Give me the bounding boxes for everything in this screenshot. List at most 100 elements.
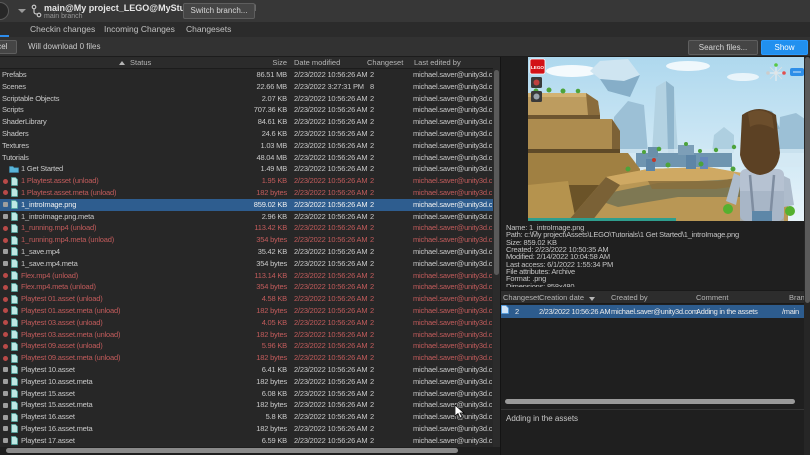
file-name: Flex.mp4 (unload) [21, 270, 78, 282]
file-row[interactable]: Playtest 10.asset6.41 KB2/23/2022 10:56:… [0, 364, 493, 376]
file-row[interactable]: Textures1.03 MB2/23/2022 10:56:26 AM2mic… [0, 140, 493, 152]
file-changeset: 8 [370, 81, 374, 93]
tab-checkin-changes[interactable]: Checkin changes [30, 22, 95, 37]
file-row[interactable]: Playtest 03.asset.meta (unload)182 bytes… [0, 329, 493, 341]
file-name: Playtest 01.asset (unload) [21, 293, 103, 305]
file-row[interactable]: Prefabs86.51 MB2/23/2022 10:56:26 AM2mic… [0, 69, 493, 81]
file-last-edited-by: michael.saver@unity3d.cor [413, 175, 492, 187]
file-rows: Prefabs86.51 MB2/23/2022 10:56:26 AM2mic… [0, 69, 493, 447]
sort-descending-icon [589, 297, 595, 301]
detail-line: File attributes: Archive [506, 268, 806, 275]
status-controlled-icon [3, 403, 8, 408]
file-row[interactable]: Playtest 15.asset.meta182 bytes2/23/2022… [0, 399, 493, 411]
column-header-date-modified[interactable]: Date modified [294, 58, 340, 67]
column-header-changeset[interactable]: Changeset [367, 58, 403, 67]
file-details: Name: 1_introImage.png Path: c:\My proje… [506, 224, 806, 287]
file-row[interactable]: Flex.mp4 (unload)113.14 KB2/23/2022 10:5… [0, 270, 493, 282]
file-row[interactable]: Shaders24.6 KB2/23/2022 10:56:26 AM2mich… [0, 128, 493, 140]
file-row[interactable]: Playtest 09.asset (unload)5.96 KB2/23/20… [0, 340, 493, 352]
column-header-status[interactable]: Status [130, 58, 151, 67]
file-size: 48.04 MB [233, 152, 287, 164]
column-header-last-edited-by[interactable]: Last edited by [414, 58, 461, 67]
switch-branch-button[interactable]: Switch branch... [183, 3, 255, 19]
file-row[interactable]: Scriptable Objects2.07 KB2/23/2022 10:56… [0, 93, 493, 105]
file-last-edited-by: michael.saver@unity3d.cor [413, 211, 492, 223]
file-date-modified: 2/23/2022 10:56:26 AM [294, 234, 367, 246]
title-bar: main@My project_LEGO@MyStudioName@cloud … [0, 0, 810, 22]
details-panel-vertical-scrollbar[interactable] [804, 57, 810, 455]
chevron-down-icon[interactable] [18, 9, 26, 13]
file-row[interactable]: Playtest 01.asset.meta (unload)182 bytes… [0, 305, 493, 317]
file-row[interactable]: Playtest 03.asset (unload)4.05 KB2/23/20… [0, 317, 493, 329]
file-row[interactable]: Scenes22.66 MB2/23/2022 3:27:31 PM8micha… [0, 81, 493, 93]
file-row[interactable]: Playtest 16.asset.meta182 bytes2/23/2022… [0, 423, 493, 435]
changeset-row[interactable]: 2 2/23/2022 10:56:26 AM michael.saver@un… [501, 305, 804, 318]
file-list-vertical-scrollbar[interactable] [493, 57, 500, 447]
file-row[interactable]: 1 Get Started1.49 MB2/23/2022 10:56:26 A… [0, 163, 493, 175]
file-changeset: 2 [370, 104, 374, 116]
file-last-edited-by: michael.saver@unity3d.cor [413, 104, 492, 116]
show-details-button[interactable]: Show details [761, 40, 808, 55]
column-header-created-by[interactable]: Created by [611, 293, 648, 302]
file-row[interactable]: Playtest 09.asset.meta (unload)182 bytes… [0, 352, 493, 364]
file-changeset: 2 [370, 388, 374, 400]
file-size: 5.8 KB [233, 411, 287, 423]
file-date-modified: 2/23/2022 10:56:26 AM [294, 187, 367, 199]
file-list-horizontal-scrollbar[interactable] [0, 447, 500, 455]
tab-incoming-changes[interactable]: Incoming Changes [104, 22, 175, 37]
file-row[interactable]: Playtest 10.asset.meta182 bytes2/23/2022… [0, 376, 493, 388]
download-status-text: Will download 0 files [28, 42, 100, 51]
file-last-edited-by: michael.saver@unity3d.cor [413, 270, 492, 282]
file-size: 182 bytes [233, 399, 287, 411]
file-icon [11, 436, 18, 447]
file-row[interactable]: Playtest 15.asset6.08 KB2/23/2022 10:56:… [0, 388, 493, 400]
file-row[interactable]: 1 Playtest.asset (unload)1.95 KB2/23/202… [0, 175, 493, 187]
status-controlled-icon [3, 261, 8, 266]
tab-changesets[interactable]: Changesets [186, 22, 231, 37]
file-date-modified: 2/23/2022 10:56:26 AM [294, 305, 367, 317]
file-row[interactable]: Playtest 16.asset5.8 KB2/23/2022 10:56:2… [0, 411, 493, 423]
status-controlled-icon [3, 415, 8, 420]
file-changeset: 2 [370, 340, 374, 352]
file-row[interactable]: Tutorials48.04 MB2/23/2022 10:56:26 AM2m… [0, 152, 493, 164]
file-row[interactable]: 1_save.mp435.42 KB2/23/2022 10:56:26 AM2… [0, 246, 493, 258]
file-row[interactable]: ShaderLibrary84.61 KB2/23/2022 10:56:26 … [0, 116, 493, 128]
status-unload-icon [3, 273, 8, 278]
file-last-edited-by: michael.saver@unity3d.cor [413, 329, 492, 341]
file-row[interactable]: 1 Playtest.asset.meta (unload)182 bytes2… [0, 187, 493, 199]
scrollbar-thumb[interactable] [805, 57, 810, 303]
file-row[interactable]: 1_introImage.png859.02 KB2/23/2022 10:56… [0, 199, 493, 211]
changesets-horizontal-scrollbar[interactable] [503, 398, 801, 405]
file-changeset: 2 [370, 270, 374, 282]
column-header-size[interactable]: Size [240, 58, 287, 67]
file-size: 1.03 MB [233, 140, 287, 152]
scrollbar-thumb[interactable] [505, 399, 795, 404]
file-size: 113.14 KB [233, 270, 287, 282]
file-row[interactable]: 1_introImage.png.meta2.96 KB2/23/2022 10… [0, 211, 493, 223]
scrollbar-thumb[interactable] [494, 70, 499, 275]
file-size: 24.6 KB [233, 128, 287, 140]
file-row[interactable]: Flex.mp4.meta (unload)354 bytes2/23/2022… [0, 281, 493, 293]
workspace-avatar[interactable] [0, 2, 9, 20]
column-header-comment[interactable]: Comment [696, 293, 729, 302]
file-name: Playtest 15.asset [21, 388, 75, 400]
file-row[interactable]: 1_save.mp4.meta354 bytes2/23/2022 10:56:… [0, 258, 493, 270]
file-changeset: 2 [370, 376, 374, 388]
file-name: 1_save.mp4 [21, 246, 60, 258]
file-changeset: 2 [370, 411, 374, 423]
file-row[interactable]: 1_running.mp4 (unload)113.42 KB2/23/2022… [0, 222, 493, 234]
scrollbar-thumb[interactable] [6, 448, 458, 453]
search-files-button[interactable]: Search files... [688, 40, 758, 55]
column-header-changeset[interactable]: Changeset [503, 293, 539, 302]
cancel-button[interactable]: Cancel [0, 40, 17, 54]
status-controlled-icon [3, 379, 8, 384]
file-row[interactable]: Playtest 01.asset (unload)4.58 KB2/23/20… [0, 293, 493, 305]
status-controlled-icon [3, 391, 8, 396]
column-header-creation-date[interactable]: Creation date [539, 293, 584, 302]
file-row[interactable]: Playtest 17.asset6.59 KB2/23/2022 10:56:… [0, 435, 493, 447]
file-date-modified: 2/23/2022 10:56:26 AM [294, 329, 367, 341]
file-name: Playtest 03.asset (unload) [21, 317, 103, 329]
file-row[interactable]: Scripts707.36 KB2/23/2022 10:56:26 AM2mi… [0, 104, 493, 116]
file-changeset: 2 [370, 116, 374, 128]
file-row[interactable]: 1_running.mp4.meta (unload)354 bytes2/23… [0, 234, 493, 246]
